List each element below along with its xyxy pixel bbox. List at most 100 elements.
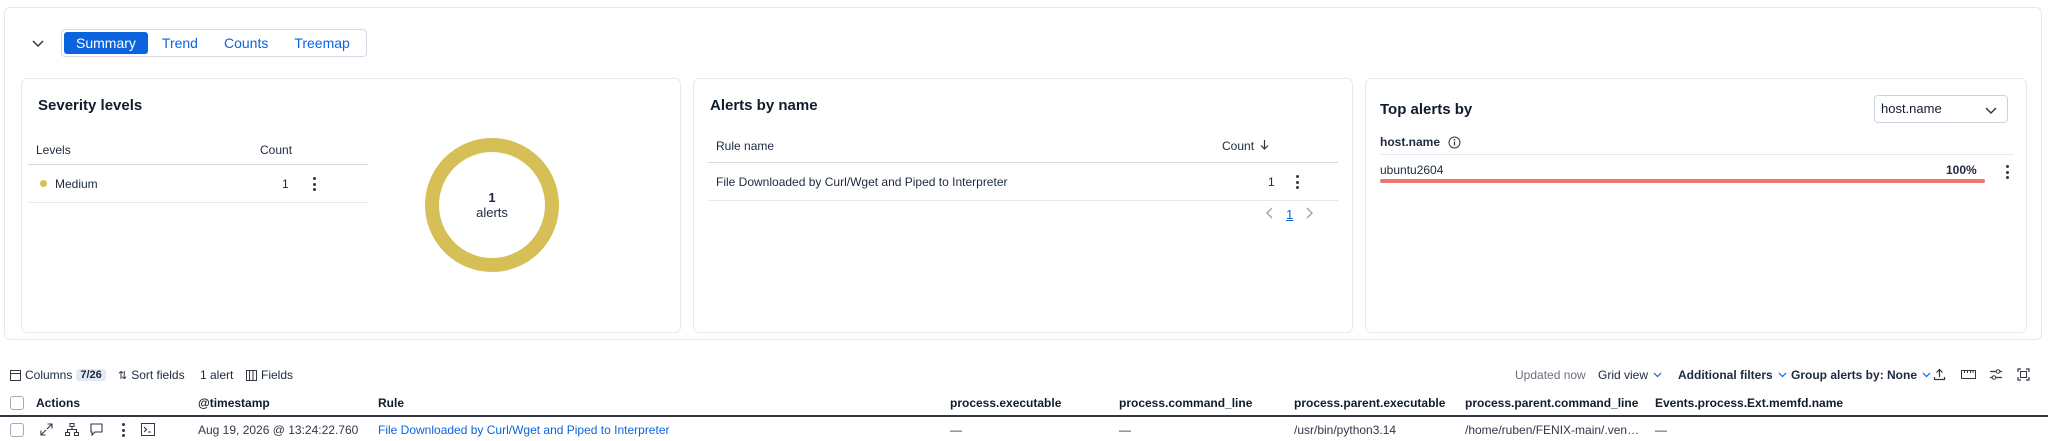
- grid-view-label: Grid view: [1598, 368, 1649, 382]
- header-actions[interactable]: Actions: [36, 396, 80, 410]
- group-by-select-value: host.name: [1881, 101, 1942, 116]
- fullscreen-icon[interactable]: [2017, 368, 2030, 381]
- top-alert-name[interactable]: ubuntu2604: [1380, 163, 1443, 177]
- columns-button[interactable]: Columns 7/26: [10, 368, 106, 382]
- session-view-icon[interactable]: [140, 421, 156, 437]
- severity-table: Levels Count Medium 1: [28, 135, 368, 203]
- header-memfd-name[interactable]: Events.process.Ext.memfd.name: [1655, 396, 1843, 410]
- tab-counts[interactable]: Counts: [212, 32, 280, 54]
- cell-parent-command-line: /home/ruben/FENIX-main/.venv/b...: [1465, 423, 1645, 437]
- col-levels: Levels: [36, 142, 71, 157]
- display-settings-icon[interactable]: [1989, 368, 2003, 381]
- updated-status: Updated now: [1515, 368, 1586, 382]
- cell-parent-executable: /usr/bin/python3.14: [1294, 423, 1397, 437]
- cell-memfd-name: —: [1655, 423, 1667, 437]
- alert-count: 1 alert: [200, 368, 234, 382]
- group-by-select[interactable]: host.name: [1874, 95, 2008, 123]
- fields-label: Fields: [261, 368, 294, 382]
- col-count: Count: [260, 142, 293, 157]
- header-process-command-line[interactable]: process.command_line: [1119, 396, 1252, 410]
- cell-timestamp: Aug 19, 2026 @ 13:24:22.760: [198, 423, 359, 437]
- cell-rule-link[interactable]: File Downloaded by Curl/Wget and Piped t…: [378, 423, 670, 437]
- severity-count: 1: [282, 176, 289, 191]
- row-actions-button[interactable]: [1290, 173, 1304, 191]
- expand-icon[interactable]: [38, 421, 54, 437]
- header-process-executable[interactable]: process.executable: [950, 396, 1061, 410]
- fields-button[interactable]: Fields: [246, 368, 293, 382]
- kebab-icon: [1295, 175, 1299, 178]
- table-icon: [10, 369, 21, 381]
- group-alerts-label: Group alerts by: None: [1791, 368, 1918, 382]
- sort-icon: ⇅: [118, 369, 128, 382]
- kebab-icon: [2005, 165, 2009, 168]
- table-row: Aug 19, 2026 @ 13:24:22.760 File Downloa…: [0, 419, 2048, 441]
- row-more-actions-button[interactable]: [116, 421, 130, 439]
- alerts-by-name-card: Alerts by name Rule name Count File Down…: [693, 78, 1353, 333]
- table-row: File Downloaded by Curl/Wget and Piped t…: [708, 163, 1338, 201]
- grid-header: Actions @timestamp Rule process.executab…: [0, 392, 2048, 417]
- top-alerts-title: Top alerts by: [1380, 101, 1473, 118]
- tab-treemap[interactable]: Treemap: [282, 32, 362, 54]
- col-rule-name: Rule name: [716, 138, 775, 153]
- divider: [1380, 154, 2014, 155]
- col-count-label: Count: [1222, 138, 1255, 153]
- summary-tabs: Summary Trend Counts Treemap: [61, 29, 367, 57]
- grid-toolbar: Columns 7/26 ⇅ Sort fields 1 alert Field…: [0, 364, 2048, 386]
- summary-panel: Summary Trend Counts Treemap Severity le…: [4, 7, 2042, 340]
- header-timestamp[interactable]: @timestamp: [198, 396, 270, 410]
- row-actions-button[interactable]: [2000, 163, 2014, 181]
- donut-count: 1: [488, 190, 496, 205]
- columns-badge: 7/26: [76, 369, 106, 381]
- row-actions-button[interactable]: [307, 175, 321, 193]
- top-alert-bar: [1380, 179, 1985, 183]
- top-alerts-card: Top alerts by host.name host.name ubuntu…: [1365, 78, 2027, 333]
- alert-rule-name[interactable]: File Downloaded by Curl/Wget and Piped t…: [716, 175, 1008, 189]
- donut-center-label: 1 alerts: [424, 137, 560, 273]
- sort-fields-button[interactable]: ⇅ Sort fields: [118, 368, 185, 382]
- chevron-left-icon[interactable]: [1266, 207, 1274, 222]
- row-checkbox[interactable]: [10, 423, 24, 437]
- header-rule[interactable]: Rule: [378, 396, 404, 410]
- cell-process-executable: —: [950, 423, 962, 437]
- tab-trend[interactable]: Trend: [150, 32, 210, 54]
- header-process-parent-command-line[interactable]: process.parent.command_line: [1465, 396, 1638, 410]
- alerts-table-header: Rule name Count: [708, 129, 1338, 163]
- chevron-down-icon: [1653, 372, 1662, 378]
- chevron-down-icon: [32, 36, 44, 51]
- info-icon[interactable]: [1448, 136, 1461, 149]
- chevron-down-icon: [1922, 372, 1931, 378]
- row-height-icon[interactable]: [1961, 368, 1976, 381]
- fields-icon: [246, 369, 257, 381]
- tab-summary[interactable]: Summary: [64, 32, 148, 54]
- grid-view-button[interactable]: Grid view: [1598, 368, 1662, 382]
- analyze-graph-icon[interactable]: [64, 421, 80, 437]
- header-process-parent-executable[interactable]: process.parent.executable: [1294, 396, 1445, 410]
- top-alert-bar-fill: [1380, 179, 1985, 183]
- chevron-down-icon: [1985, 98, 1997, 124]
- page-link[interactable]: 1: [1286, 207, 1293, 222]
- group-alerts-button[interactable]: Group alerts by: None: [1791, 368, 1931, 382]
- cell-process-command-line: —: [1119, 423, 1131, 437]
- additional-filters-button[interactable]: Additional filters: [1678, 368, 1787, 382]
- chevron-down-icon: [1778, 372, 1787, 378]
- severity-level[interactable]: Medium: [40, 177, 98, 191]
- add-note-icon[interactable]: [88, 421, 104, 437]
- arrow-down-icon: [1260, 139, 1269, 153]
- alerts-by-name-title: Alerts by name: [710, 97, 818, 114]
- kebab-icon: [312, 177, 316, 180]
- col-count-sort[interactable]: Count: [1222, 139, 1269, 153]
- alerts-by-name-table: Rule name Count File Downloaded by Curl/…: [708, 129, 1338, 201]
- severity-levels-title: Severity levels: [38, 97, 143, 114]
- severity-dot-icon: [40, 180, 47, 187]
- top-alert-percent: 100%: [1946, 163, 1977, 177]
- select-all-checkbox[interactable]: [10, 396, 24, 410]
- pagination: 1: [1266, 207, 1314, 222]
- export-icon[interactable]: [1933, 368, 1946, 381]
- additional-filters-label: Additional filters: [1678, 368, 1773, 382]
- kebab-icon: [121, 423, 125, 426]
- severity-table-header: Levels Count: [28, 135, 368, 165]
- severity-levels-card: Severity levels Levels Count Medium 1 1: [21, 78, 681, 333]
- collapse-button[interactable]: [25, 30, 51, 56]
- field-label-row: host.name: [1380, 135, 1461, 149]
- chevron-right-icon[interactable]: [1305, 207, 1314, 222]
